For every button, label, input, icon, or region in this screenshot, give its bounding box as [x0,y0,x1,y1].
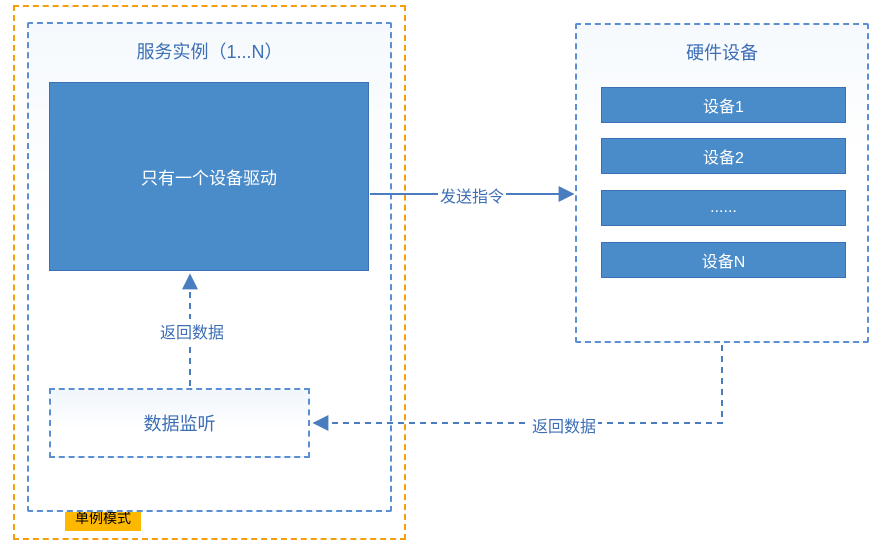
send-command-label: 发送指令 [438,183,506,207]
device-row: 设备N [601,242,846,278]
return-data-driver-label: 返回数据 [158,319,226,343]
data-listener-label: 数据监听 [144,410,216,436]
device-label: 设备2 [703,144,744,168]
device-row: 设备2 [601,138,846,174]
device-label: 设备1 [703,93,744,117]
service-title: 服务实例（1...N） [29,38,390,64]
data-listener-box: 数据监听 [49,388,310,458]
device-label: 设备N [702,248,746,272]
device-row: ...... [601,190,846,226]
return-data-listener-label: 返回数据 [530,413,598,437]
device-row: 设备1 [601,87,846,123]
hardware-box: 硬件设备 设备1 设备2 ...... 设备N [575,23,869,343]
device-driver-label: 只有一个设备驱动 [141,164,277,189]
device-driver-box: 只有一个设备驱动 [49,82,369,271]
hardware-title: 硬件设备 [577,39,867,65]
device-label: ...... [710,199,737,217]
